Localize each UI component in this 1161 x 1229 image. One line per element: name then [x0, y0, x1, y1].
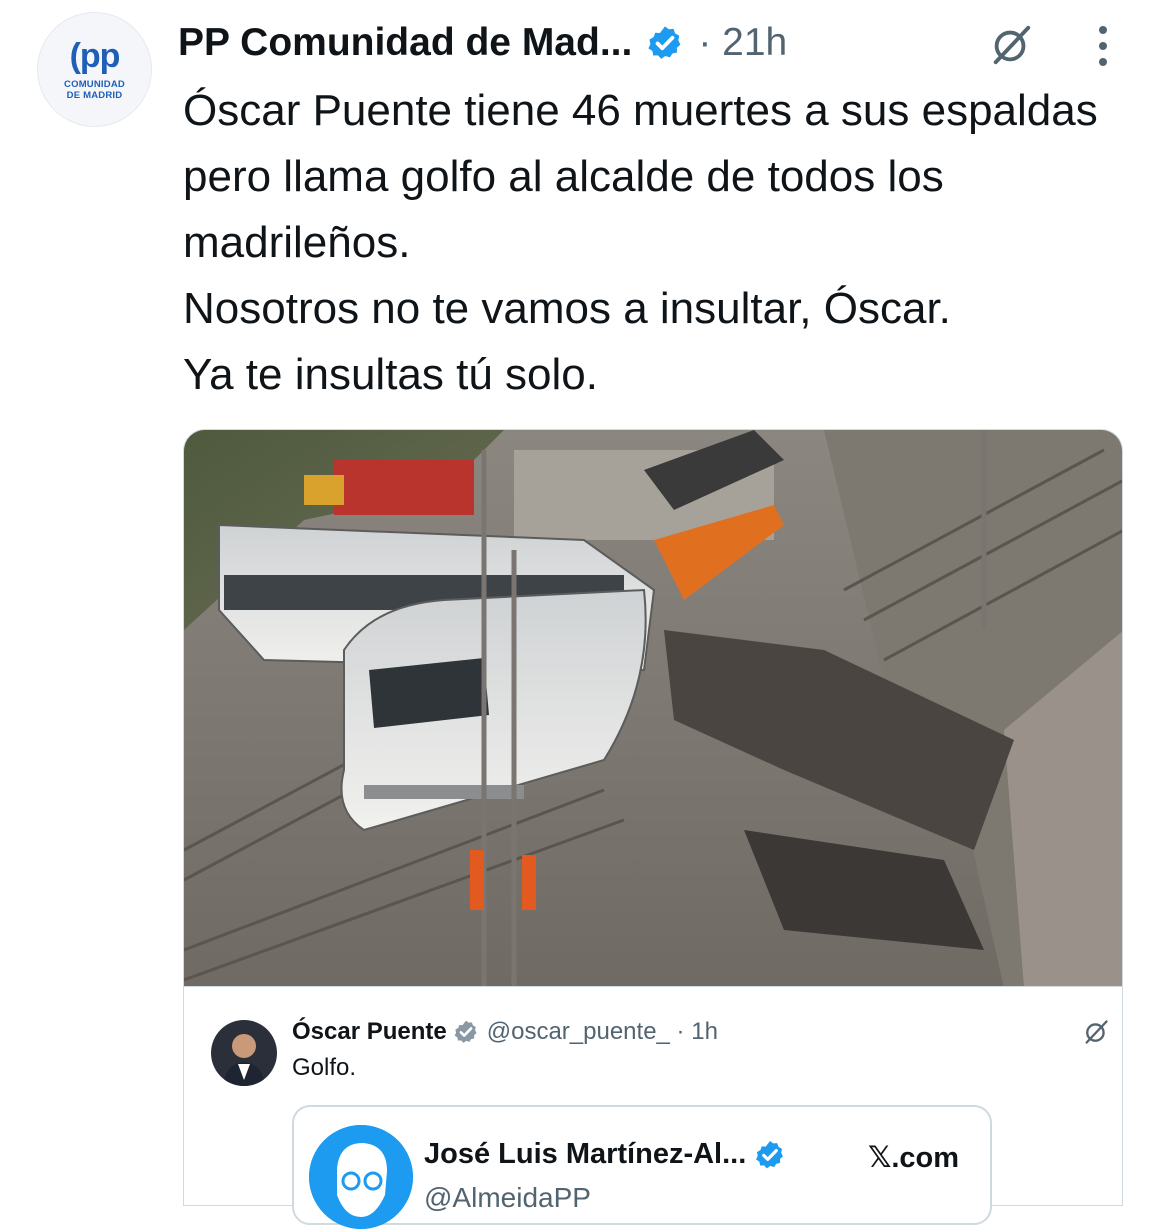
quoted-name[interactable]: Óscar Puente — [292, 1018, 447, 1046]
grok-icon[interactable] — [1082, 1018, 1110, 1046]
tweet-paragraph: Nosotros no te vamos a insultar, Óscar. — [183, 284, 951, 333]
tweet-text: Óscar Puente tiene 46 muertes a sus espa… — [183, 78, 1143, 408]
nested-avatar[interactable] — [309, 1125, 413, 1229]
display-name[interactable]: PP Comunidad de Mad... — [178, 21, 632, 65]
quoted-text: Golfo. — [292, 1054, 357, 1081]
tweet-paragraph: Ya te insultas tú solo. — [183, 350, 598, 399]
nested-handle: @AlmeidaPP — [424, 1182, 591, 1213]
nested-header: José Luis Martínez-Al... — [424, 1138, 786, 1171]
train-derailment-photo — [184, 430, 1122, 986]
quoted-handle-time[interactable]: @oscar_puente_ · 1h — [487, 1018, 718, 1046]
tweet-paragraph: Óscar Puente tiene 46 muertes a sus espa… — [183, 86, 1098, 267]
nested-name[interactable]: José Luis Martínez-Al... — [424, 1138, 746, 1171]
tweet-photo[interactable] — [183, 429, 1123, 987]
quoted-avatar[interactable] — [211, 1020, 277, 1086]
grok-icon[interactable] — [988, 22, 1034, 68]
tweet-time[interactable]: · 21h — [698, 21, 787, 65]
quoted-header: Óscar Puente @oscar_puente_ · 1h — [292, 1016, 718, 1048]
nested-site-label: 𝕏.com — [868, 1142, 960, 1174]
avatar-org-label: COMUNIDAD DE MADRID — [64, 78, 125, 101]
account-avatar[interactable]: (pp COMUNIDAD DE MADRID — [37, 12, 152, 127]
verified-icon — [648, 26, 681, 59]
verified-icon — [756, 1140, 784, 1168]
verified-icon — [454, 1020, 477, 1043]
tweet-header: PP Comunidad de Mad... · 21h — [178, 18, 787, 68]
pp-logo: (pp — [69, 36, 121, 75]
more-icon[interactable] — [1092, 22, 1114, 70]
